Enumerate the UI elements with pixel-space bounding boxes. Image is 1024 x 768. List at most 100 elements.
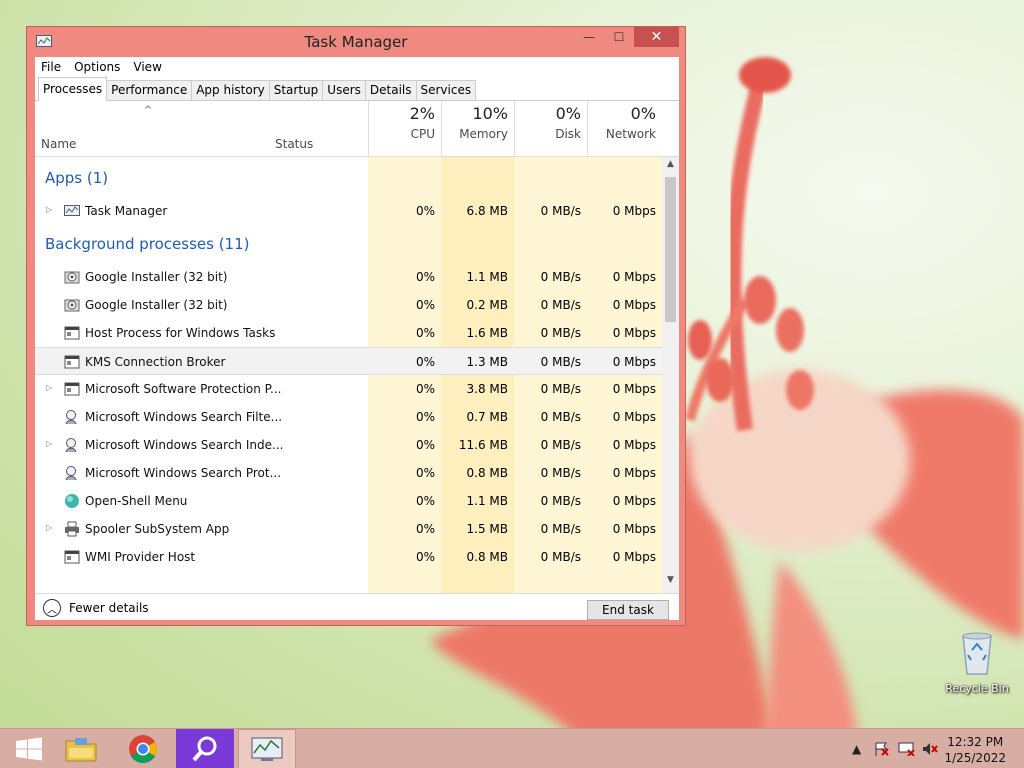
process-row[interactable]: Google Installer (32 bit) 0% 1.1 MB 0 MB/s 0… — [35, 263, 662, 291]
process-disk: 0 MB/s — [540, 382, 581, 396]
process-row[interactable]: ▷ Microsoft Software Protection P... 0% 3.8… — [35, 375, 662, 403]
column-header-disk[interactable]: 0% Disk — [514, 101, 587, 157]
tab-details[interactable]: Details — [364, 80, 417, 100]
menu-options[interactable]: Options — [74, 60, 120, 74]
process-name: Spooler SubSystem App — [85, 522, 230, 536]
process-row[interactable]: Google Installer (32 bit) 0% 0.2 MB 0 MB/s 0… — [35, 291, 662, 319]
process-cpu: 0% — [415, 204, 435, 218]
menu-view[interactable]: View — [133, 60, 161, 74]
process-name: Open-Shell Menu — [85, 494, 188, 508]
expand-chevron-icon[interactable]: ▷ — [46, 439, 52, 448]
taskbar-task-manager[interactable] — [238, 729, 296, 768]
recycle-bin-desktop-icon[interactable]: Recycle Bin — [940, 628, 1014, 695]
minimize-button[interactable]: — — [574, 27, 604, 47]
process-network: 0 Mbps — [612, 494, 656, 508]
process-cpu: 0% — [415, 438, 435, 452]
tab-processes[interactable]: Processes — [38, 77, 108, 101]
process-cpu: 0% — [415, 494, 435, 508]
process-memory: 0.8 MB — [466, 550, 508, 564]
process-memory: 0.8 MB — [466, 466, 508, 480]
start-button[interactable] — [0, 729, 58, 768]
minimize-icon: — — [583, 30, 595, 44]
tab-services[interactable]: Services — [415, 80, 477, 100]
process-row[interactable]: WMI Provider Host 0% 0.8 MB 0 MB/s 0 Mbps — [35, 543, 662, 571]
process-memory: 6.8 MB — [466, 204, 508, 218]
task-manager-icon — [251, 737, 283, 761]
network-label: Network — [605, 127, 656, 141]
process-memory: 0.7 MB — [466, 410, 508, 424]
process-disk: 0 MB/s — [540, 326, 581, 340]
file-explorer-icon — [65, 738, 97, 762]
process-disk: 0 MB/s — [540, 522, 581, 536]
search-process-icon — [64, 409, 80, 425]
process-network: 0 Mbps — [612, 270, 656, 284]
task-manager-process-icon — [64, 203, 80, 219]
process-row[interactable]: ▷ Spooler SubSystem App 0% 1.5 MB 0 MB/s 0 Mb… — [35, 515, 662, 543]
taskbar-file-explorer[interactable] — [52, 729, 110, 768]
show-hidden-icons-icon[interactable]: ▲ — [852, 742, 861, 756]
process-cpu: 0% — [415, 298, 435, 312]
expand-chevron-icon[interactable]: ▷ — [46, 383, 52, 392]
column-header-name[interactable]: Name — [41, 137, 76, 151]
tab-startup[interactable]: Startup — [268, 80, 324, 100]
action-center-flag-icon[interactable] — [874, 742, 890, 759]
recycle-bin-icon — [957, 628, 997, 678]
process-disk: 0 MB/s — [540, 466, 581, 480]
taskbar-chrome[interactable] — [114, 729, 172, 768]
process-cpu: 0% — [415, 466, 435, 480]
process-row[interactable]: Open-Shell Menu 0% 1.1 MB 0 MB/s 0 Mbps — [35, 487, 662, 515]
process-name: Microsoft Windows Search Inde... — [85, 438, 284, 452]
process-memory: 1.1 MB — [466, 494, 508, 508]
vertical-scrollbar[interactable]: ▲ ▼ — [662, 157, 679, 593]
maximize-icon: ☐ — [613, 30, 625, 44]
process-name: Microsoft Software Protection P... — [85, 382, 282, 396]
process-network: 0 Mbps — [612, 204, 656, 218]
expand-chevron-icon[interactable]: ▷ — [46, 205, 52, 214]
tab-users[interactable]: Users — [322, 80, 366, 100]
column-header-memory[interactable]: 10% Memory — [441, 101, 514, 157]
tab-app-history[interactable]: App history — [191, 80, 270, 100]
process-cpu: 0% — [415, 382, 435, 396]
group-heading-apps: Apps (1) — [45, 169, 109, 187]
taskbar-search-app[interactable] — [176, 729, 234, 768]
title-bar[interactable]: Task Manager — ☐ ✕ — [27, 27, 685, 57]
process-cpu: 0% — [415, 550, 435, 564]
expand-chevron-icon[interactable]: ▷ — [46, 523, 52, 532]
process-memory: 1.5 MB — [466, 522, 508, 536]
end-task-button[interactable]: End task — [587, 600, 669, 620]
volume-muted-icon[interactable] — [922, 742, 938, 759]
process-disk: 0 MB/s — [540, 494, 581, 508]
maximize-button[interactable]: ☐ — [604, 27, 634, 47]
column-header-status[interactable]: Status — [275, 137, 313, 151]
scroll-up-icon[interactable]: ▲ — [662, 159, 679, 175]
system-clock[interactable]: 12:32 PM 1/25/2022 — [944, 734, 1006, 766]
window-process-icon — [64, 354, 80, 370]
menu-bar: File Options View — [35, 57, 679, 77]
process-disk: 0 MB/s — [540, 550, 581, 564]
process-disk: 0 MB/s — [540, 270, 581, 284]
process-row[interactable]: Microsoft Windows Search Filte... 0% 0.7 M… — [35, 403, 662, 431]
fewer-details-button[interactable]: ︿ Fewer details — [43, 599, 149, 617]
scroll-thumb[interactable] — [665, 177, 676, 322]
printer-process-icon — [64, 521, 80, 537]
process-memory: 11.6 MB — [458, 438, 508, 452]
network-status-icon[interactable] — [898, 742, 916, 759]
disk-total: 0% — [555, 104, 581, 123]
network-total: 0% — [630, 104, 656, 123]
process-row[interactable]: Microsoft Windows Search Prot... 0% 0.8 MB… — [35, 459, 662, 487]
process-row[interactable]: KMS Connection Broker 0% 1.3 MB 0 MB/s 0 Mbp… — [35, 347, 662, 375]
scroll-down-icon[interactable]: ▼ — [662, 575, 679, 591]
window-client: File Options View Processes Performance … — [35, 57, 679, 620]
process-cpu: 0% — [415, 270, 435, 284]
column-header-cpu[interactable]: 2% CPU — [368, 101, 441, 157]
process-memory: 1.6 MB — [466, 326, 508, 340]
tab-performance[interactable]: Performance — [106, 80, 193, 100]
process-row[interactable]: ▷ Task Manager 0% 6.8 MB 0 MB/s 0 Mbps — [35, 197, 662, 225]
search-process-icon — [64, 465, 80, 481]
process-row[interactable]: ▷ Microsoft Windows Search Inde... 0% 11.6 … — [35, 431, 662, 459]
close-button[interactable]: ✕ — [634, 27, 679, 47]
process-cpu: 0% — [415, 326, 435, 340]
process-row[interactable]: Host Process for Windows Tasks 0% 1.6 MB 0 … — [35, 319, 662, 347]
menu-file[interactable]: File — [41, 60, 61, 74]
column-header-network[interactable]: 0% Network — [587, 101, 662, 157]
